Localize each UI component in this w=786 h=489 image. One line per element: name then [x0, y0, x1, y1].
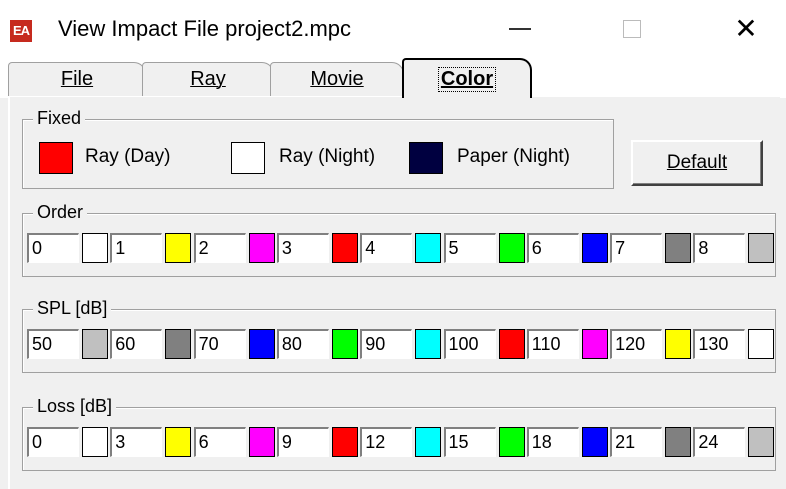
- loss-color-swatch[interactable]: [498, 427, 525, 457]
- order-value-field[interactable]: 0: [27, 233, 79, 263]
- close-icon: ✕: [734, 12, 758, 45]
- loss-color-swatch[interactable]: [581, 427, 608, 457]
- spl-value-field[interactable]: 100: [443, 329, 496, 359]
- close-button[interactable]: ✕: [718, 6, 774, 52]
- order-legend: Order: [33, 202, 88, 223]
- minimize-icon: [509, 28, 531, 30]
- spl-color-swatch[interactable]: [248, 329, 275, 359]
- spl-color-swatch[interactable]: [82, 329, 108, 359]
- order-color-swatch[interactable]: [581, 233, 608, 263]
- tab-file[interactable]: File: [8, 62, 146, 96]
- tab-label: Movie: [310, 68, 364, 90]
- order-color-swatch[interactable]: [498, 233, 525, 263]
- tab-strip: File Ray Movie Color: [0, 56, 786, 98]
- spl-color-swatch[interactable]: [665, 329, 692, 359]
- loss-color-swatch[interactable]: [165, 427, 192, 457]
- loss-color-swatch[interactable]: [415, 427, 442, 457]
- tab-ray[interactable]: Ray: [142, 62, 274, 96]
- order-value-field[interactable]: 6: [526, 233, 579, 263]
- spl-color-swatch[interactable]: [331, 329, 358, 359]
- spl-color-swatch[interactable]: [581, 329, 608, 359]
- app-icon: EA: [10, 20, 32, 42]
- title-bar[interactable]: EA View Impact File project2.mpc ✕: [0, 0, 786, 56]
- order-value-field[interactable]: 3: [276, 233, 329, 263]
- spl-color-swatch[interactable]: [498, 329, 525, 359]
- spl-value-field[interactable]: 130: [693, 329, 746, 359]
- loss-value-field[interactable]: 24: [693, 427, 746, 457]
- default-button-label: Default: [666, 152, 728, 173]
- window-title: View Impact File project2.mpc: [58, 16, 352, 41]
- order-color-swatch[interactable]: [331, 233, 358, 263]
- fixed-legend: Fixed: [33, 108, 86, 129]
- order-value-field[interactable]: 1: [110, 233, 163, 263]
- ray-night-label: Ray (Night): [279, 146, 376, 167]
- spl-color-swatch[interactable]: [165, 329, 192, 359]
- spl-value-field[interactable]: 80: [276, 329, 329, 359]
- tab-label: Color: [437, 66, 497, 92]
- tab-color[interactable]: Color: [402, 58, 532, 98]
- spl-legend: SPL [dB]: [33, 298, 112, 319]
- view-impact-window: EA View Impact File project2.mpc ✕ File …: [0, 0, 786, 489]
- tab-movie[interactable]: Movie: [270, 62, 404, 96]
- order-color-swatch[interactable]: [165, 233, 192, 263]
- tab-label: Ray: [190, 68, 226, 90]
- order-value-field[interactable]: 2: [193, 233, 246, 263]
- ray-day-color-swatch[interactable]: [39, 142, 73, 174]
- spl-value-field[interactable]: 110: [526, 329, 579, 359]
- maximize-icon: [623, 20, 641, 38]
- order-color-swatch[interactable]: [415, 233, 442, 263]
- spl-color-swatch[interactable]: [748, 329, 775, 359]
- loss-legend: Loss [dB]: [33, 396, 117, 417]
- loss-color-swatch[interactable]: [331, 427, 358, 457]
- order-color-swatch[interactable]: [248, 233, 275, 263]
- spl-value-field[interactable]: 50: [27, 329, 79, 359]
- order-color-swatch[interactable]: [748, 233, 775, 263]
- loss-value-field[interactable]: 12: [360, 427, 413, 457]
- loss-color-swatch[interactable]: [748, 427, 775, 457]
- order-value-field[interactable]: 7: [610, 233, 663, 263]
- minimize-button[interactable]: [492, 6, 548, 52]
- order-group: Order 0 123 456 78: [22, 202, 776, 277]
- loss-color-swatch[interactable]: [248, 427, 275, 457]
- maximize-button[interactable]: [604, 6, 660, 52]
- order-color-swatch[interactable]: [82, 233, 108, 263]
- loss-value-field[interactable]: 0: [27, 427, 79, 457]
- order-value-field[interactable]: 5: [443, 233, 496, 263]
- loss-value-field[interactable]: 3: [110, 427, 163, 457]
- spl-color-swatch[interactable]: [415, 329, 442, 359]
- paper-night-color-swatch[interactable]: [409, 142, 443, 174]
- order-value-field[interactable]: 4: [360, 233, 413, 263]
- spl-value-field[interactable]: 70: [193, 329, 246, 359]
- default-button[interactable]: Default: [631, 140, 763, 186]
- ray-night-color-swatch[interactable]: [231, 142, 265, 174]
- paper-night-label: Paper (Night): [457, 146, 570, 167]
- spl-value-field[interactable]: 120: [610, 329, 663, 359]
- loss-value-field[interactable]: 6: [193, 427, 246, 457]
- loss-value-field[interactable]: 15: [443, 427, 496, 457]
- loss-color-swatch[interactable]: [665, 427, 692, 457]
- order-color-swatch[interactable]: [665, 233, 692, 263]
- loss-color-swatch[interactable]: [82, 427, 108, 457]
- spl-value-field[interactable]: 60: [110, 329, 163, 359]
- ray-day-label: Ray (Day): [85, 146, 171, 167]
- tab-label: File: [60, 68, 94, 90]
- loss-value-field[interactable]: 21: [610, 427, 663, 457]
- loss-value-field[interactable]: 9: [276, 427, 329, 457]
- loss-group: Loss [dB] 0 3 6 9 12 15 18 21 24: [22, 396, 776, 471]
- fixed-group: Fixed Ray (Day) Ray (Night) Paper (Night…: [22, 108, 614, 189]
- loss-value-field[interactable]: 18: [526, 427, 579, 457]
- order-value-field[interactable]: 8: [693, 233, 746, 263]
- spl-value-field[interactable]: 90: [360, 329, 413, 359]
- spl-group: SPL [dB] 50 60 70 80 90 100 110 120 130: [22, 298, 776, 373]
